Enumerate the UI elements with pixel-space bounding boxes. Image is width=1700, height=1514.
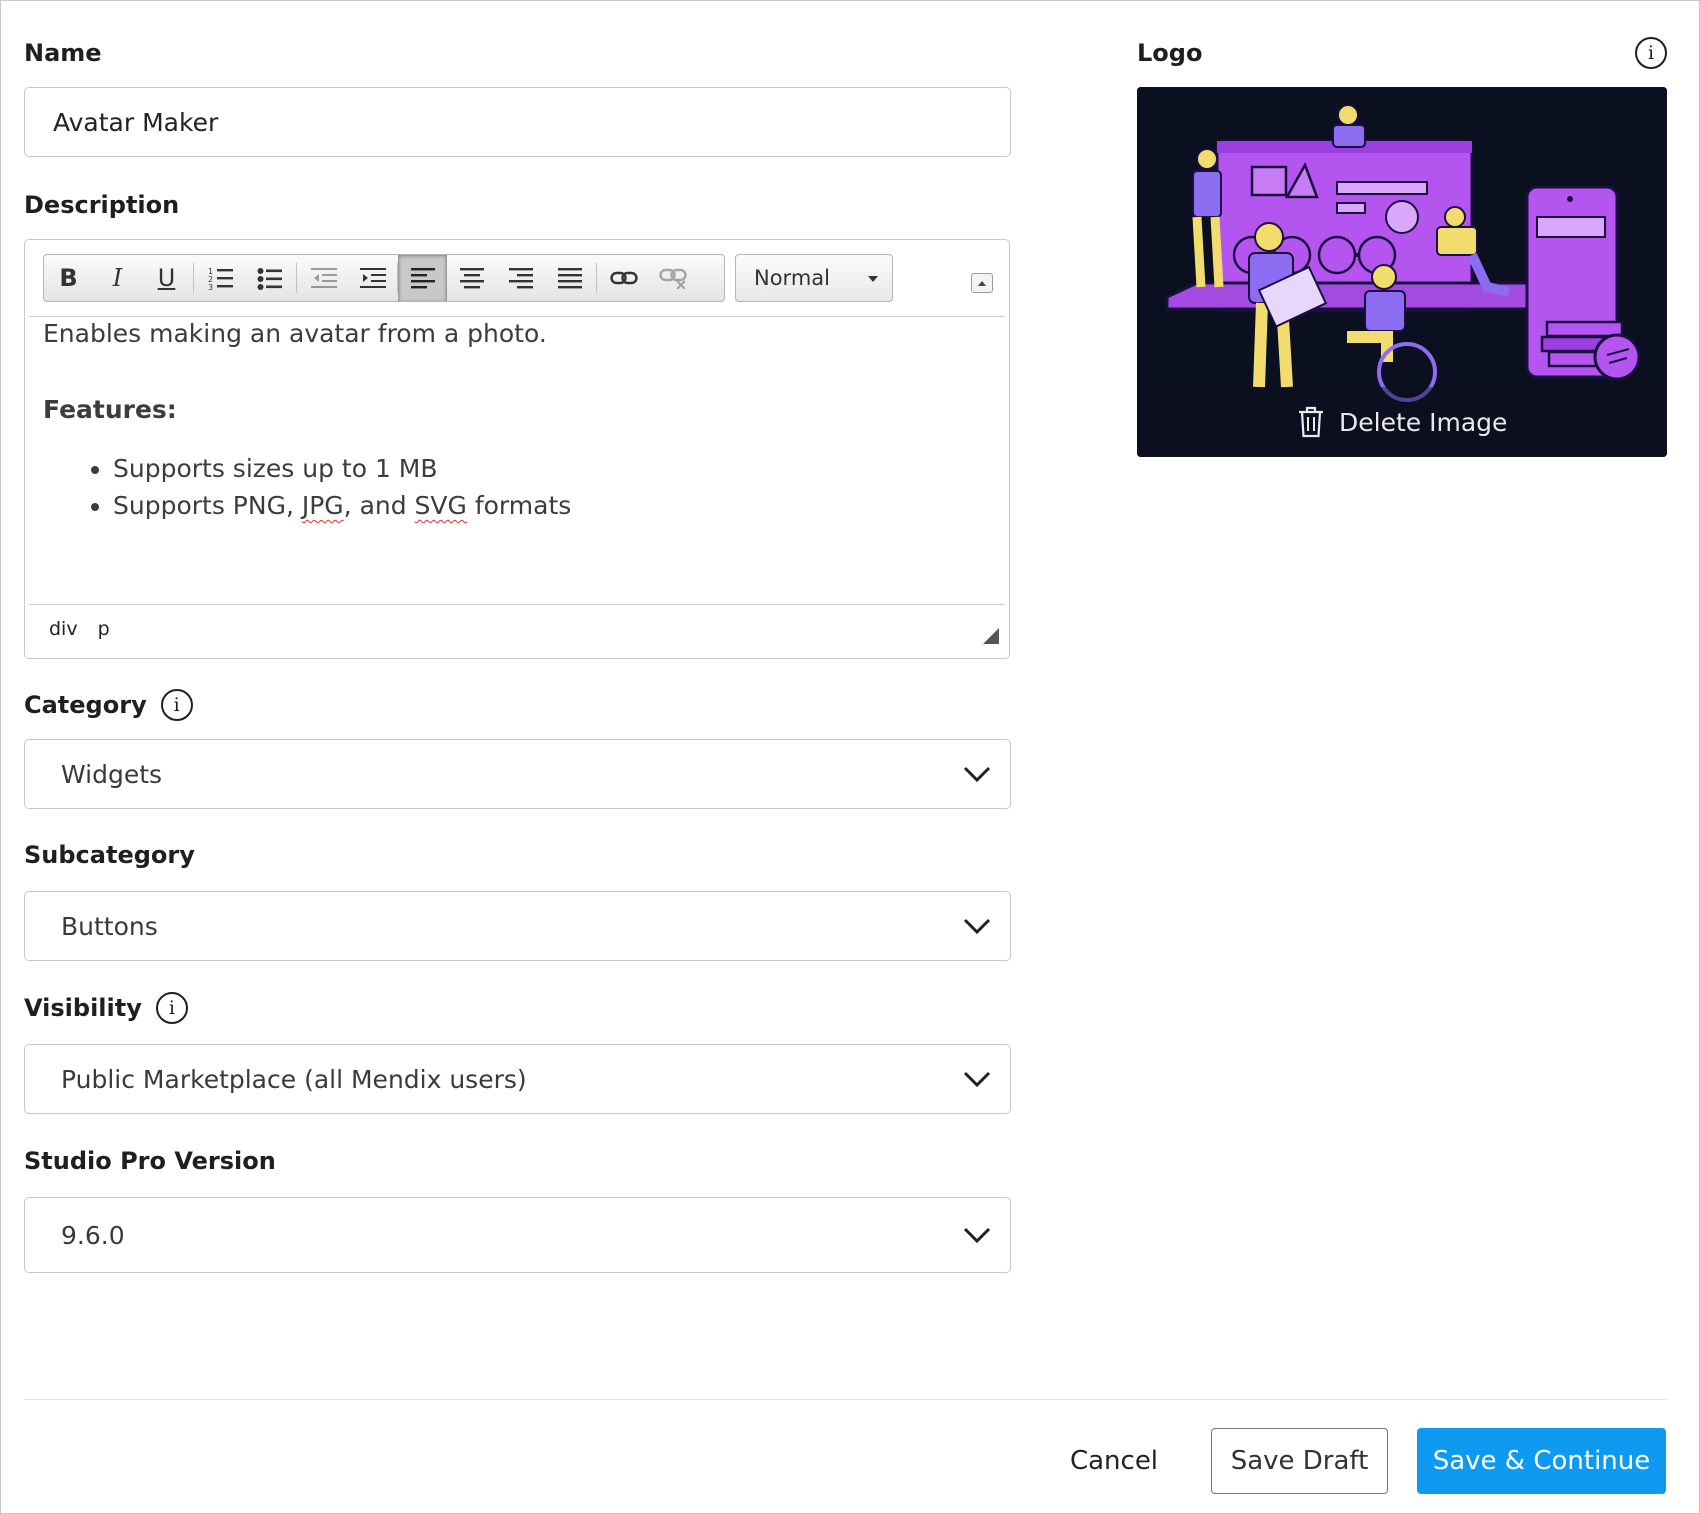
format-select[interactable]: Normal (735, 254, 893, 302)
outdent-icon (310, 268, 337, 288)
align-justify-button[interactable] (545, 255, 594, 301)
unlink-icon (658, 268, 687, 289)
visibility-select[interactable]: Public Marketplace (all Mendix users) (24, 1044, 1011, 1114)
list-item: Supports sizes up to 1 MB (113, 450, 983, 487)
empty-line (43, 352, 983, 392)
align-center-icon (459, 268, 484, 289)
chevron-down-icon (963, 1227, 991, 1244)
indent-button[interactable] (348, 255, 397, 301)
chevron-down-icon (963, 918, 991, 935)
collapse-toolbar-button[interactable] (971, 273, 993, 293)
underline-icon: U (157, 264, 176, 292)
version-label-text: Studio Pro Version (24, 1147, 276, 1175)
align-left-icon (410, 268, 435, 289)
format-select-value: Normal (754, 266, 830, 290)
list-item-text: formats (466, 491, 572, 520)
italic-button[interactable]: I (93, 255, 142, 301)
features-list: Supports sizes up to 1 MB Supports PNG, … (43, 450, 983, 524)
bold-button[interactable]: B (44, 255, 93, 301)
subcategory-value: Buttons (61, 911, 158, 941)
subcategory-label-text: Subcategory (24, 841, 195, 869)
team-illustration (1137, 87, 1667, 457)
description-label-text: Description (24, 191, 180, 219)
underline-button[interactable]: U (142, 255, 191, 301)
indent-icon (359, 268, 386, 288)
path-div[interactable]: div (49, 618, 78, 640)
svg-text:3: 3 (208, 283, 213, 290)
spellcheck-word: SVG (414, 491, 467, 520)
element-path: div p (49, 618, 110, 640)
delete-image-button[interactable]: Delete Image (1297, 405, 1507, 439)
visibility-label: Visibility i (24, 992, 188, 1024)
caret-down-icon (868, 276, 878, 282)
align-justify-icon (557, 268, 582, 289)
version-select[interactable]: 9.6.0 (24, 1197, 1011, 1273)
link-icon (609, 271, 638, 285)
list-item-text: Supports sizes up to 1 MB (113, 454, 438, 483)
align-right-icon (508, 268, 533, 289)
italic-icon: I (112, 264, 123, 292)
info-icon[interactable]: i (1635, 37, 1667, 69)
logo-label-text: Logo (1137, 39, 1203, 67)
align-left-button[interactable] (398, 255, 447, 301)
bullet-list-button[interactable] (245, 255, 294, 301)
list-item: Supports PNG, JPG, and SVG formats (113, 487, 983, 524)
features-heading: Features: (43, 395, 177, 424)
bold-icon: B (59, 264, 78, 292)
editor-content[interactable]: Enables making an avatar from a photo. F… (43, 316, 983, 604)
category-label-text: Category (24, 691, 147, 719)
version-label: Studio Pro Version (24, 1147, 276, 1175)
unlink-button[interactable] (648, 255, 697, 301)
resize-handle[interactable] (983, 628, 999, 644)
category-select[interactable]: Widgets (24, 739, 1011, 809)
form-panel: Name Avatar Maker Description B I U 123 (0, 0, 1700, 1514)
link-button[interactable] (599, 255, 648, 301)
toolbar-separator (296, 263, 297, 293)
toolbar-separator (193, 263, 194, 293)
cancel-button[interactable]: Cancel (1051, 1428, 1177, 1494)
info-icon[interactable]: i (155, 992, 188, 1024)
empty-line (43, 428, 983, 450)
toolbar-separator (596, 263, 597, 293)
ordered-list-button[interactable]: 123 (196, 255, 245, 301)
description-label: Description (24, 191, 179, 219)
category-label: Category i (24, 689, 193, 721)
chevron-down-icon (963, 1071, 991, 1088)
name-input[interactable]: Avatar Maker (24, 87, 1011, 157)
path-p[interactable]: p (98, 618, 110, 640)
footer-divider (24, 1399, 1667, 1400)
trash-icon (1299, 406, 1323, 438)
name-label-text: Name (24, 39, 102, 67)
bullet-list-icon (257, 268, 282, 290)
editor-toolbar: B I U 123 (43, 254, 725, 302)
outdent-button[interactable] (299, 255, 348, 301)
name-input-value: Avatar Maker (53, 107, 219, 137)
editor-divider (29, 604, 1005, 605)
align-center-button[interactable] (447, 255, 496, 301)
editor-paragraph: Enables making an avatar from a photo. (43, 319, 547, 348)
logo-image[interactable]: Delete Image (1137, 87, 1667, 457)
save-draft-button[interactable]: Save Draft (1211, 1428, 1388, 1494)
chevron-down-icon (963, 766, 991, 783)
delete-image-label: Delete Image (1339, 407, 1508, 437)
category-value: Widgets (61, 759, 163, 789)
rich-text-editor[interactable]: B I U 123 Normal Enables making an avata… (24, 239, 1010, 659)
save-continue-button[interactable]: Save & Continue (1417, 1428, 1666, 1494)
name-label: Name (24, 39, 102, 67)
info-icon[interactable]: i (160, 689, 193, 721)
subcategory-label: Subcategory (24, 841, 195, 869)
logo-label: Logo (1137, 39, 1202, 67)
visibility-value: Public Marketplace (all Mendix users) (61, 1064, 527, 1094)
spellcheck-word: JPG (301, 491, 344, 520)
visibility-label-text: Visibility (24, 994, 142, 1022)
version-value: 9.6.0 (61, 1220, 125, 1250)
ordered-list-icon: 123 (208, 267, 233, 290)
align-right-button[interactable] (496, 255, 545, 301)
list-item-text: Supports PNG, (113, 491, 302, 520)
list-item-text: , and (343, 491, 415, 520)
subcategory-select[interactable]: Buttons (24, 891, 1011, 961)
